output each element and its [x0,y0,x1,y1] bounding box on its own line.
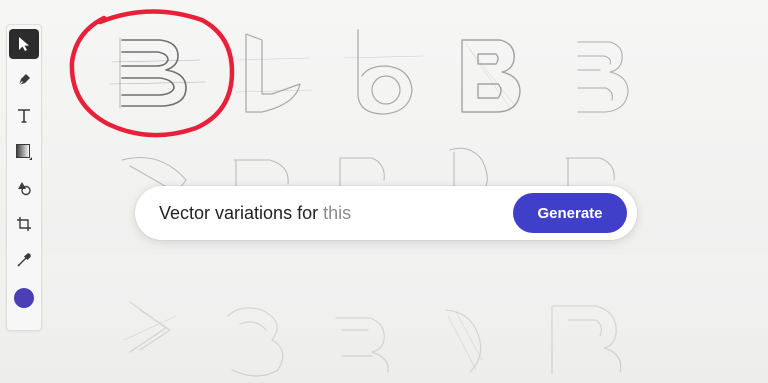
crop-icon [17,217,31,231]
shapes-icon [18,182,31,196]
generative-prompt-bar[interactable]: Vector variations for this Generate [135,186,637,240]
prompt-label: Vector variations for [159,203,319,223]
prompt-input[interactable]: Vector variations for this [159,202,351,224]
eyedropper-icon [17,253,31,267]
crop-tool-button[interactable] [9,209,39,239]
prompt-placeholder: this [323,203,352,223]
tool-panel [6,24,42,331]
pen-tool-button[interactable] [9,65,39,95]
type-tool-button[interactable] [9,101,39,131]
arrow-pointer-icon [19,37,29,51]
select-tool-button[interactable] [9,29,39,59]
gradient-tool-button[interactable] [9,137,39,167]
sketch-b-selected [109,37,206,109]
pen-nib-icon [18,74,30,86]
eyedropper-tool-button[interactable] [9,245,39,275]
sketch-canvas[interactable]: Vector variations for this Generate [0,0,768,383]
shapes-tool-button[interactable] [9,173,39,203]
generate-button[interactable]: Generate [513,193,627,233]
fill-color-swatch[interactable] [14,288,34,308]
text-T-icon [18,109,30,123]
highlight-circle [69,9,235,138]
gradient-square-icon [16,144,32,160]
